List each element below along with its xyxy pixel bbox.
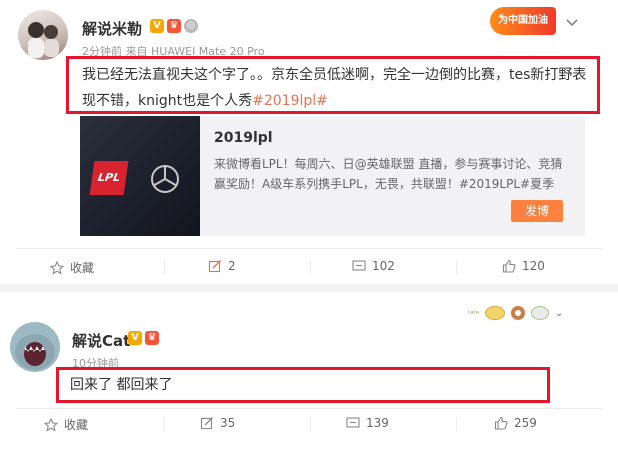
- author-avatar[interactable]: [18, 10, 68, 60]
- mini-chevron-icon[interactable]: ⌄: [555, 308, 563, 319]
- action-divider-top: [16, 408, 602, 409]
- action-separator: [164, 260, 165, 274]
- card-title[interactable]: 2019lpl: [214, 130, 273, 146]
- thumbs-up-icon: [494, 416, 508, 430]
- emoji-decorations: ᵗᵃᵗᵃ ⌄: [468, 306, 563, 320]
- action-separator: [164, 417, 165, 431]
- hashtag-link[interactable]: #2019lpl#: [252, 93, 328, 109]
- action-separator: [310, 417, 311, 431]
- member-crown-icon: ♛: [145, 331, 159, 345]
- rice-ball-icon: [530, 306, 549, 320]
- favorite-label: 收藏: [70, 261, 95, 275]
- member-crown-icon: ♛: [167, 19, 181, 33]
- topic-card[interactable]: LPL 2019lpl 来微博看LPL！每周六、日@英雄联盟 直播，参与赛事讨论…: [80, 116, 585, 236]
- author-name[interactable]: 解说米勒: [82, 18, 142, 39]
- comment-button[interactable]: 139: [346, 416, 389, 430]
- action-divider-top: [16, 248, 602, 249]
- post-separator: [0, 284, 618, 292]
- like-button[interactable]: 259: [494, 416, 537, 430]
- like-count: 120: [522, 259, 545, 273]
- mercedes-logo-icon: [151, 165, 179, 193]
- promo-badge: 为中国加油: [490, 7, 556, 35]
- comment-count: 102: [372, 259, 395, 273]
- repost-icon: [200, 417, 213, 430]
- thumbs-up-icon: [502, 259, 516, 273]
- repost-icon: [208, 260, 221, 273]
- favorite-button[interactable]: 收藏: [44, 416, 88, 433]
- post-button[interactable]: 发博: [511, 200, 563, 222]
- author-name[interactable]: 解说Cat: [72, 330, 130, 351]
- post-text: 我已经无法直视夫这个字了。。京东全员低迷啊，完全一边倒的比赛，tes新打野表现不…: [82, 62, 587, 114]
- action-separator: [310, 260, 311, 274]
- star-icon: [50, 260, 64, 275]
- comment-icon: [346, 417, 360, 428]
- favorite-label: 收藏: [64, 418, 89, 432]
- repost-button[interactable]: 35: [200, 416, 235, 430]
- verified-v-icon: V: [150, 19, 164, 33]
- post-text: 回来了 都回来了: [70, 377, 173, 393]
- card-thumbnail: LPL: [80, 116, 200, 236]
- comment-button[interactable]: 102: [352, 259, 395, 273]
- sprout-icon: ᵗᵃᵗᵃ: [468, 308, 479, 318]
- repost-count: 35: [220, 416, 236, 430]
- comment-icon: [352, 260, 366, 271]
- repost-button[interactable]: 2: [208, 259, 236, 273]
- like-count: 259: [514, 416, 537, 430]
- comment-count: 139: [366, 416, 389, 430]
- avatar-shark: [15, 334, 55, 370]
- lpl-logo-text: LPL: [97, 171, 122, 184]
- post-text-body: 我已经无法直视夫这个字了。。京东全员低迷啊，完全一边倒的比赛，tes新打野表现不…: [82, 67, 587, 109]
- like-button[interactable]: 120: [502, 259, 545, 273]
- chevron-down-icon[interactable]: [565, 14, 579, 28]
- lpl-logo: LPL: [89, 161, 129, 195]
- cake-icon: [484, 306, 505, 320]
- author-avatar[interactable]: [10, 322, 60, 372]
- action-separator: [456, 417, 457, 431]
- action-separator: [456, 260, 457, 274]
- favorite-button[interactable]: 收藏: [50, 259, 94, 276]
- promo-badge-text: 为中国加油: [498, 15, 548, 26]
- donut-icon: [510, 306, 525, 320]
- card-description: 来微博看LPL！每周六、日@英雄联盟 直播，参与赛事讨论、竞猜赢奖励！A级车系列…: [214, 157, 563, 191]
- star-icon: [44, 417, 58, 432]
- repost-count: 2: [228, 259, 236, 273]
- verified-v-icon: V: [128, 331, 142, 345]
- medal-icon: ◎: [184, 19, 198, 33]
- avatar-photo: [28, 22, 59, 58]
